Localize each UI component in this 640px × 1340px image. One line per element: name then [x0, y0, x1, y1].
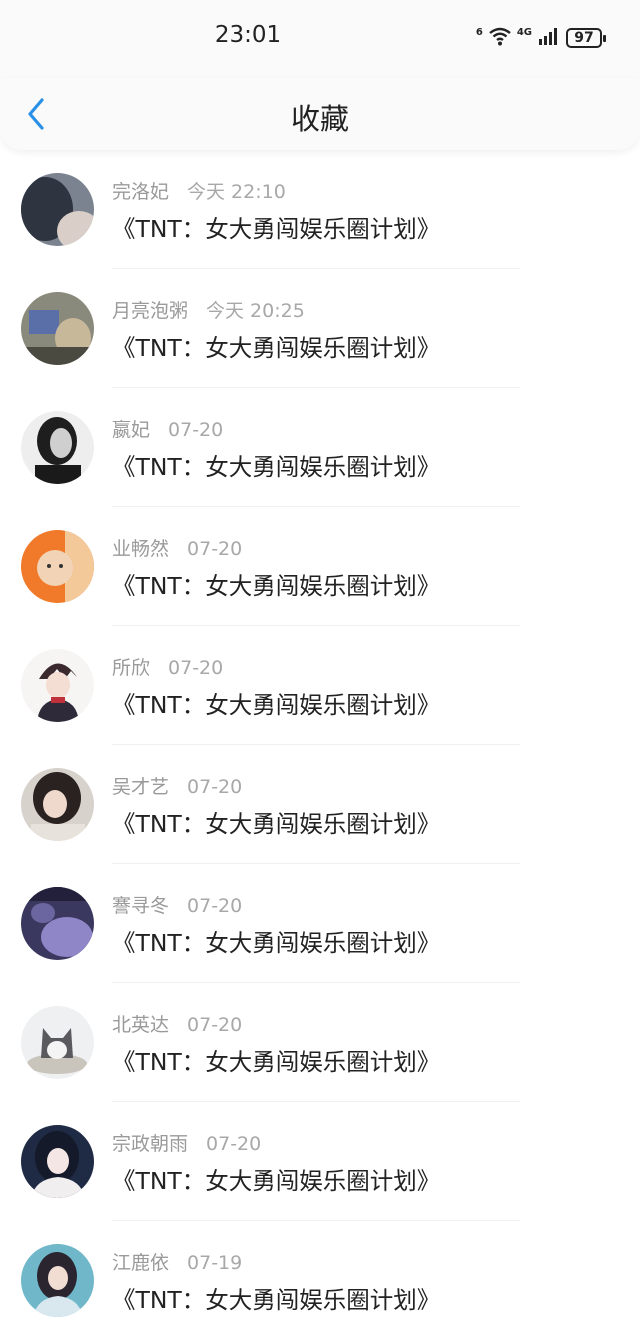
wifi-badge: 6 [475, 26, 483, 38]
avatar[interactable] [21, 1244, 94, 1317]
avatar[interactable] [21, 887, 94, 960]
list-item[interactable]: 江鹿依 07-19 《TNT：女大勇闯娱乐圈计划》 [0, 1221, 640, 1340]
book-title: 《TNT：女大勇闯娱乐圈计划》 [112, 691, 441, 719]
item-meta: 吴才艺 07-20 [112, 772, 242, 799]
book-title: 《TNT：女大勇闯娱乐圈计划》 [112, 215, 441, 243]
item-meta: 嬴妃 07-20 [112, 415, 223, 442]
list-item[interactable]: 所欣 07-20 《TNT：女大勇闯娱乐圈计划》 [0, 626, 640, 745]
item-meta: 所欣 07-20 [112, 653, 223, 680]
author-name: 完洛妃 [112, 181, 170, 203]
author-name: 所欣 [112, 657, 151, 679]
item-date: 07-20 [168, 657, 224, 679]
item-date: 07-20 [168, 419, 224, 441]
list-item[interactable]: 月亮泡粥 今天 20:25 《TNT：女大勇闯娱乐圈计划》 [0, 269, 640, 388]
status-time: 23:01 [214, 22, 282, 48]
item-date: 07-19 [187, 1252, 243, 1274]
list-item[interactable]: 北英达 07-20 《TNT：女大勇闯娱乐圈计划》 [0, 983, 640, 1102]
favorites-list: 完洛妃 今天 22:10 《TNT：女大勇闯娱乐圈计划》 月亮泡粥 今天 20:25… [0, 150, 640, 1340]
list-item[interactable]: 吴才艺 07-20 《TNT：女大勇闯娱乐圈计划》 [0, 745, 640, 864]
author-name: 业畅然 [112, 538, 170, 560]
avatar[interactable] [21, 1125, 94, 1198]
avatar[interactable] [21, 768, 94, 841]
item-date: 今天 20:25 [206, 300, 305, 322]
system-icons: 6 4G 97 [475, 26, 606, 50]
item-date: 07-20 [187, 538, 243, 560]
status-bar: 23:01 6 4G 97 [0, 0, 640, 78]
author-name: 月亮泡粥 [112, 300, 189, 322]
item-meta: 北英达 07-20 [112, 1010, 242, 1037]
item-date: 07-20 [187, 1014, 243, 1036]
item-date: 今天 22:10 [187, 181, 286, 203]
book-title: 《TNT：女大勇闯娱乐圈计划》 [112, 334, 441, 362]
battery-icon: 97 [566, 28, 606, 48]
avatar[interactable] [21, 1006, 94, 1079]
author-name: 宗政朝雨 [112, 1133, 189, 1155]
author-name: 嬴妃 [112, 419, 151, 441]
book-title: 《TNT：女大勇闯娱乐圈计划》 [112, 453, 441, 481]
avatar[interactable] [21, 530, 94, 603]
item-meta: 月亮泡粥 今天 20:25 [112, 296, 305, 323]
book-title: 《TNT：女大勇闯娱乐圈计划》 [112, 929, 441, 957]
signal-icon [538, 26, 560, 50]
item-date: 07-20 [206, 1133, 262, 1155]
author-name: 北英达 [112, 1014, 170, 1036]
book-title: 《TNT：女大勇闯娱乐圈计划》 [112, 1048, 441, 1076]
page-title: 收藏 [290, 102, 349, 136]
avatar[interactable] [21, 292, 94, 365]
list-item[interactable]: 謇寻冬 07-20 《TNT：女大勇闯娱乐圈计划》 [0, 864, 640, 983]
book-title: 《TNT：女大勇闯娱乐圈计划》 [112, 572, 441, 600]
book-title: 《TNT：女大勇闯娱乐圈计划》 [112, 1286, 441, 1314]
list-item[interactable]: 完洛妃 今天 22:10 《TNT：女大勇闯娱乐圈计划》 [0, 150, 640, 269]
item-date: 07-20 [187, 776, 243, 798]
book-title: 《TNT：女大勇闯娱乐圈计划》 [112, 810, 441, 838]
network-type-label: 4G [516, 26, 532, 38]
item-meta: 完洛妃 今天 22:10 [112, 177, 286, 204]
list-item[interactable]: 嬴妃 07-20 《TNT：女大勇闯娱乐圈计划》 [0, 388, 640, 507]
author-name: 江鹿依 [112, 1252, 170, 1274]
list-item[interactable]: 业畅然 07-20 《TNT：女大勇闯娱乐圈计划》 [0, 507, 640, 626]
avatar[interactable] [21, 649, 94, 722]
item-meta: 謇寻冬 07-20 [112, 891, 242, 918]
item-date: 07-20 [187, 895, 243, 917]
avatar[interactable] [21, 411, 94, 484]
top-bar: 收藏 [0, 78, 640, 150]
avatar[interactable] [21, 173, 94, 246]
wifi-icon [489, 26, 511, 50]
item-meta: 江鹿依 07-19 [112, 1248, 242, 1275]
item-meta: 宗政朝雨 07-20 [112, 1129, 261, 1156]
list-item[interactable]: 宗政朝雨 07-20 《TNT：女大勇闯娱乐圈计划》 [0, 1102, 640, 1221]
book-title: 《TNT：女大勇闯娱乐圈计划》 [112, 1167, 441, 1195]
author-name: 吴才艺 [112, 776, 170, 798]
item-meta: 业畅然 07-20 [112, 534, 242, 561]
author-name: 謇寻冬 [112, 895, 170, 917]
